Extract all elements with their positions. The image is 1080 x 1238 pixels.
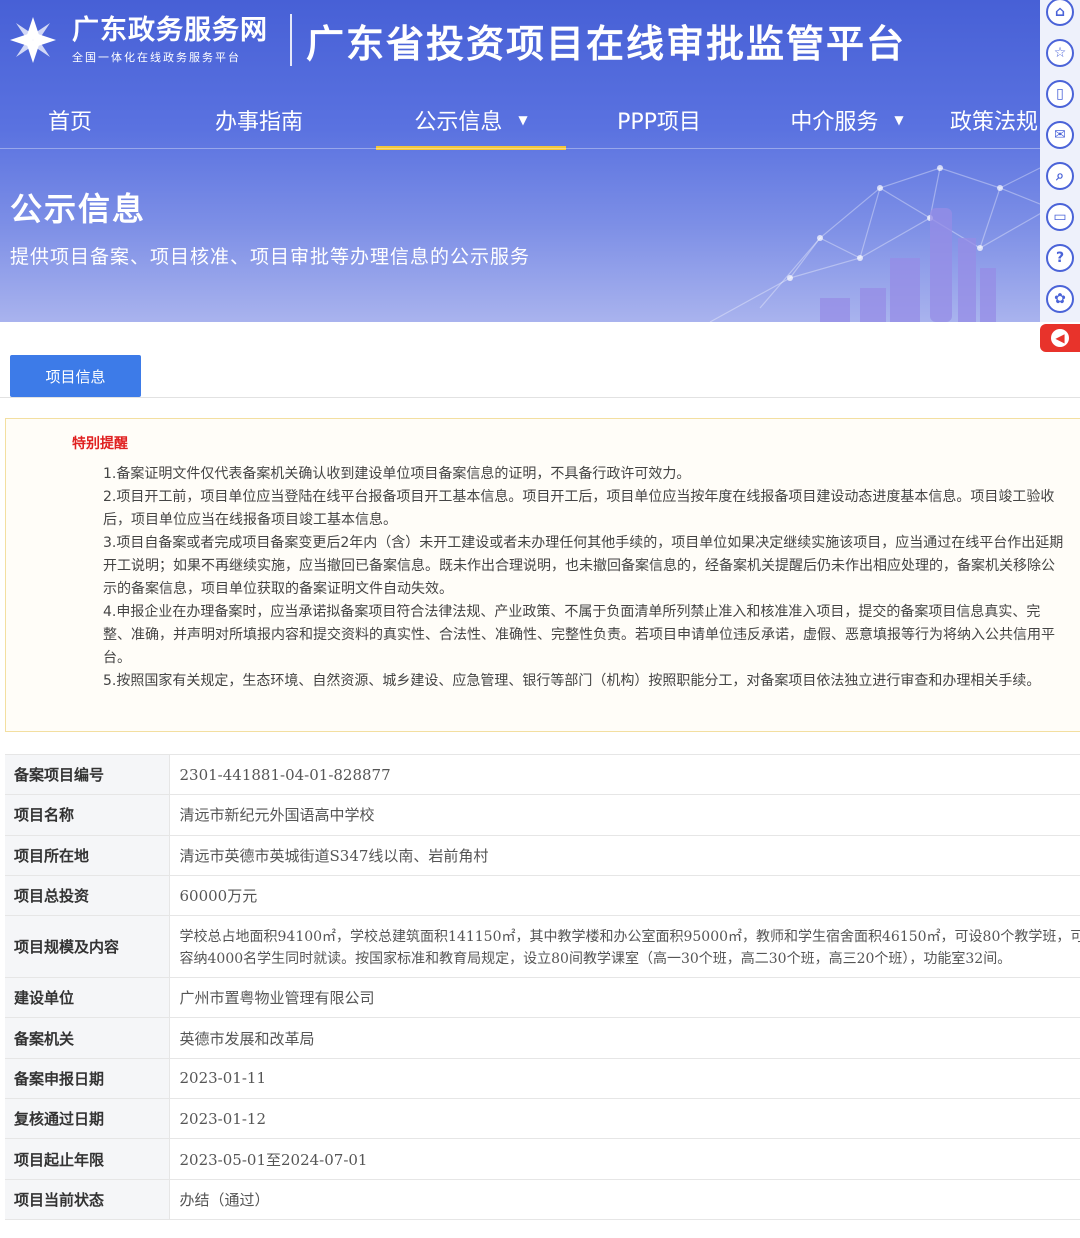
nav-divider: [0, 148, 1040, 149]
table-row: 项目所在地 清远市英德市英城街道S347线以南、岩前角村: [5, 835, 1080, 876]
notice-item: 2.项目开工前，项目单位应当登陆在线平台报备项目开工基本信息。项目开工后，项目单…: [103, 489, 1055, 528]
nav-guide[interactable]: 办事指南: [140, 92, 378, 148]
notice-box: 特别提醒 1.备案证明文件仅代表备案机关确认收到建设单位项目备案信息的证明，不具…: [5, 418, 1080, 732]
section-title: 公示信息: [10, 190, 147, 228]
row-label: 项目规模及内容: [5, 915, 170, 979]
caret-down-icon: ▼: [518, 113, 528, 127]
table-row: 项目规模及内容 学校总占地面积94100㎡，学校总建筑面积141150㎡，其中教…: [5, 915, 1080, 979]
nav-home-label: 首页: [47, 110, 92, 135]
bank-icon[interactable]: ⌂: [1046, 0, 1074, 26]
table-row: 项目起止年限 2023-05-01至2024-07-01: [5, 1138, 1080, 1180]
row-label: 项目所在地: [5, 835, 170, 876]
nav-home[interactable]: 首页: [0, 92, 140, 148]
caret-down-icon: ▼: [894, 113, 904, 127]
header-banner: 广东政务服务网 全国一体化在线政务服务平台 广东省投资项目在线审批监管平台 首页…: [0, 0, 1080, 322]
row-value: 2023-01-12: [169, 1098, 1080, 1140]
nav-ppp-label: PPP项目: [617, 110, 701, 135]
tab-project-info[interactable]: 项目信息: [10, 355, 141, 397]
notice-item: 4.申报企业在办理备案时，应当承诺拟备案项目符合法律法规、产业政策、不属于负面清…: [103, 604, 1055, 666]
row-label: 项目当前状态: [5, 1179, 170, 1220]
question-icon[interactable]: ?: [1046, 244, 1074, 272]
row-label: 项目总投资: [5, 875, 170, 917]
search-icon[interactable]: ⌕: [1046, 162, 1074, 190]
row-value: 2023-05-01至2024-07-01: [169, 1138, 1080, 1180]
row-value: 学校总占地面积94100㎡，学校总建筑面积141150㎡，其中教学楼和办公室面积…: [169, 915, 1080, 979]
nav-agency-services[interactable]: 中介服务 ▼: [752, 92, 942, 148]
notice-item: 1.备案证明文件仅代表备案机关确认收到建设单位项目备案信息的证明，不具备行政许可…: [103, 466, 691, 482]
section-subtitle: 提供项目备案、项目核准、项目审批等办理信息的公示服务: [10, 246, 531, 268]
star-icon[interactable]: ☆: [1046, 39, 1074, 67]
brand-divider: [290, 14, 292, 66]
tab-bar: 项目信息: [0, 322, 1080, 398]
table-row: 建设单位 广州市置粤物业管理有限公司: [5, 977, 1080, 1019]
row-value: 60000万元: [169, 875, 1080, 917]
table-row: 复核通过日期 2023-01-12: [5, 1098, 1080, 1140]
brand-subtitle: 全国一体化在线政务服务平台: [72, 51, 241, 64]
brand-name: 广东政务服务网: [72, 15, 268, 46]
row-label: 备案机关: [5, 1017, 170, 1059]
row-label: 复核通过日期: [5, 1098, 170, 1140]
monitor-icon[interactable]: ▭: [1046, 203, 1074, 231]
notice-title: 特别提醒: [72, 436, 128, 452]
city-network-illustration: [709, 157, 1061, 322]
table-row: 项目总投资 60000万元: [5, 875, 1080, 917]
main-nav: 首页 办事指南 公示信息 ▼ PPP项目 中介服务 ▼ 政策法规: [0, 92, 1040, 150]
project-info-table: 备案项目编号 2301-441881-04-01-828877 项目名称 清远市…: [5, 754, 1080, 1220]
row-value: 2023-01-11: [169, 1058, 1080, 1100]
wechat-icon[interactable]: ✿: [1046, 285, 1074, 313]
row-value: 清远市新纪元外国语高中学校: [169, 794, 1080, 836]
row-value: 2301-441881-04-01-828877: [169, 754, 1080, 796]
row-label: 建设单位: [5, 977, 170, 1019]
row-label: 项目起止年限: [5, 1138, 170, 1180]
table-row: 备案机关 英德市发展和改革局: [5, 1017, 1080, 1059]
row-label: 备案项目编号: [5, 754, 170, 796]
row-value: 英德市发展和改革局: [169, 1017, 1080, 1059]
guangdong-logo-icon: [10, 17, 56, 63]
row-value: 广州市置粤物业管理有限公司: [169, 977, 1080, 1019]
nav-policies[interactable]: 政策法规: [942, 92, 1038, 148]
row-value: 办结（通过）: [169, 1179, 1080, 1220]
table-row: 项目名称 清远市新纪元外国语高中学校: [5, 794, 1080, 836]
site-brand[interactable]: 广东政务服务网 全国一体化在线政务服务平台 广东省投资项目在线审批监管平台: [6, 8, 906, 72]
table-row: 项目当前状态 办结（通过）: [5, 1179, 1080, 1220]
chat-icon[interactable]: ✉: [1046, 121, 1074, 149]
row-value: 清远市英德市英城街道S347线以南、岩前角村: [169, 835, 1080, 876]
nav-public-info-label: 公示信息: [414, 110, 503, 135]
mobile-icon[interactable]: ▯: [1046, 80, 1074, 108]
row-label: 备案申报日期: [5, 1058, 170, 1100]
nav-policies-label: 政策法规: [949, 110, 1038, 135]
nav-ppp[interactable]: PPP项目: [566, 92, 752, 148]
table-row: 备案项目编号 2301-441881-04-01-828877: [5, 754, 1080, 796]
table-row: 备案申报日期 2023-01-11: [5, 1058, 1080, 1100]
side-toolbar: ⌂ ☆ ▯ ✉ ⌕ ▭ ? ✿: [1040, 0, 1080, 322]
notice-item: 3.项目自备案或者完成项目备案变更后2年内（含）未开工建设或者未办理任何其他手续…: [103, 535, 1064, 597]
nav-guide-label: 办事指南: [214, 110, 303, 135]
platform-title: 广东省投资项目在线审批监管平台: [306, 21, 907, 66]
notice-list: 1.备案证明文件仅代表备案机关确认收到建设单位项目备案信息的证明，不具备行政许可…: [103, 463, 1067, 693]
notice-item: 5.按照国家有关规定，生态环境、自然资源、城乡建设、应急管理、银行等部门（机构）…: [103, 673, 1041, 689]
nav-agency-label: 中介服务: [790, 110, 879, 135]
nav-public-info[interactable]: 公示信息 ▼: [376, 92, 566, 150]
row-label: 项目名称: [5, 794, 170, 836]
